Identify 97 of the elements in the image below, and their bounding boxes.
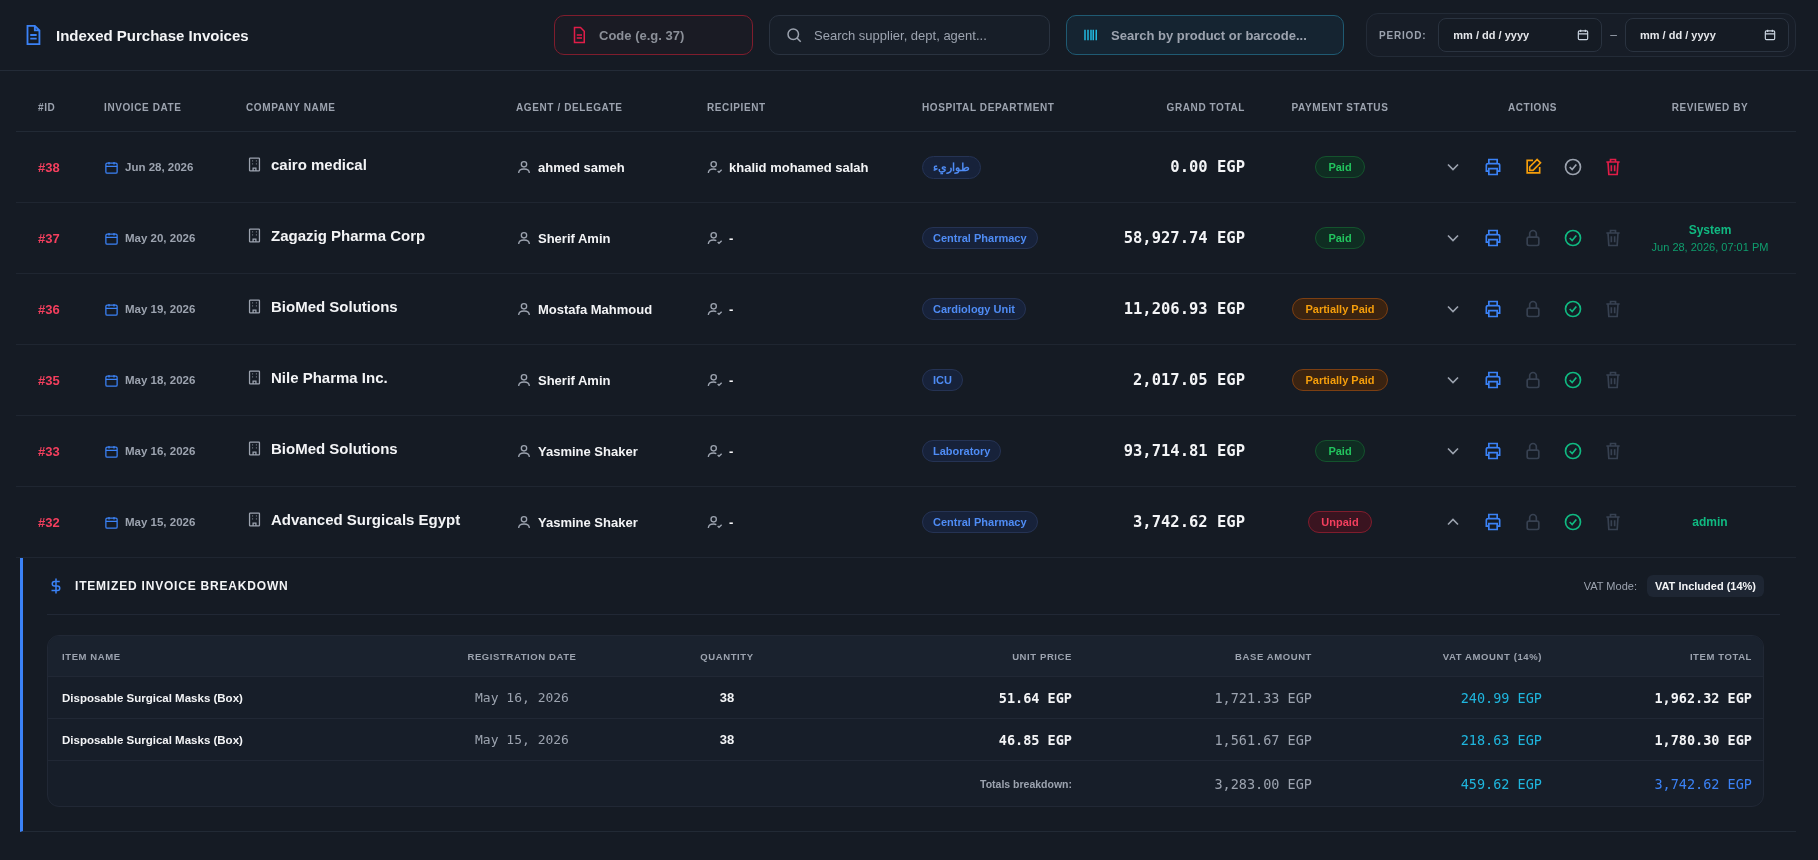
grand-total: 0.00 EGP: [1169, 158, 1245, 176]
company-name: BioMed Solutions: [271, 298, 398, 315]
reviewer-name: System: [1688, 223, 1732, 237]
recipient-name: -: [729, 301, 734, 317]
status-badge: Unpaid: [1308, 511, 1372, 533]
item-total: 1,962.32 EGP: [1653, 689, 1752, 706]
item-total: 1,780.30 EGP: [1653, 731, 1752, 748]
code-field[interactable]: Code (e.g. 37): [554, 15, 754, 55]
recipient-name: khalid mohamed salah: [729, 159, 869, 175]
status-badge: Paid: [1315, 156, 1365, 178]
invoice-id: #32: [38, 514, 61, 530]
vat-amount: 218.63 EGP: [1459, 731, 1542, 748]
column-header: BASE AMOUNT: [1234, 650, 1312, 662]
base-total: 3,283.00 EGP: [1213, 775, 1312, 792]
grand-total: 2,017.05 EGP: [1132, 371, 1245, 389]
period-label: PERIOD:: [1379, 29, 1427, 41]
column-header: RECIPIENT: [707, 101, 767, 113]
agent-name: Yasmine Shaker: [538, 514, 638, 530]
status-badge: Partially Paid: [1292, 369, 1388, 391]
agent-name: ahmed sameh: [538, 159, 625, 175]
recipient-name: -: [729, 372, 734, 388]
department-tag: Central Pharmacy: [922, 227, 1038, 249]
agent-name: Sherif Amin: [538, 230, 611, 246]
agent-name: Yasmine Shaker: [538, 443, 638, 459]
column-header: ACTIONS: [1506, 101, 1559, 113]
invoice-date: May 15, 2026: [125, 516, 196, 528]
column-header: AGENT / DELEGATE: [516, 101, 624, 113]
column-header: COMPANY NAME: [246, 101, 337, 113]
quantity: 38: [718, 690, 736, 705]
vat-mode-label: VAT Mode:: [1583, 580, 1637, 592]
grand-total: 3,742.62 EGP: [1653, 775, 1752, 792]
column-header: INVOICE DATE: [104, 101, 183, 113]
grand-total: 58,927.74 EGP: [1122, 229, 1245, 247]
department-tag: طواريء: [922, 155, 981, 179]
recipient-name: -: [729, 443, 734, 459]
column-header: REVIEWED BY: [1670, 101, 1750, 113]
item-name: Disposable Surgical Masks (Box): [62, 733, 244, 746]
invoice-date: May 16, 2026: [125, 445, 196, 457]
item-name: Disposable Surgical Masks (Box): [62, 691, 244, 704]
column-header: HOSPITAL DEPARTMENT: [922, 101, 1056, 113]
date-from-field[interactable]: mm / dd / yyyy: [1438, 18, 1603, 52]
department-tag: Central Pharmacy: [922, 511, 1038, 533]
grand-total: 93,714.81 EGP: [1122, 442, 1245, 460]
vat-total: 459.62 EGP: [1459, 775, 1542, 792]
column-header: QUANTITY: [699, 650, 755, 662]
registration-date: May 16, 2026: [474, 690, 570, 705]
invoice-id: #35: [38, 372, 61, 388]
vat-amount: 240.99 EGP: [1459, 689, 1542, 706]
search-field[interactable]: Search supplier, dept, agent...: [769, 15, 1051, 55]
recipient-name: -: [729, 230, 734, 246]
department-tag: ICU: [922, 369, 963, 391]
grand-total: 11,206.93 EGP: [1122, 300, 1245, 318]
unit-price: 51.64 EGP: [997, 689, 1072, 706]
company-name: BioMed Solutions: [271, 440, 398, 457]
column-header: REGISTRATION DATE: [466, 650, 578, 662]
invoice-id: #36: [38, 301, 61, 317]
invoice-id: #37: [38, 230, 61, 246]
reviewer-name: admin: [1692, 515, 1728, 529]
invoice-date: May 19, 2026: [125, 303, 196, 315]
breakdown-title: ITEMIZED INVOICE BREAKDOWN: [75, 579, 289, 593]
column-header: VAT AMOUNT (14%): [1441, 650, 1542, 662]
quantity: 38: [718, 732, 736, 747]
agent-name: Sherif Amin: [538, 372, 611, 388]
review-time: Jun 28, 2026, 07:01 PM: [1651, 241, 1769, 253]
base-amount: 1,561.67 EGP: [1213, 731, 1312, 748]
company-name: Zagazig Pharma Corp: [271, 227, 426, 244]
column-header: PAYMENT STATUS: [1290, 101, 1390, 113]
registration-date: May 15, 2026: [474, 732, 570, 747]
column-header: ITEM TOTAL: [1688, 650, 1752, 662]
base-amount: 1,721.33 EGP: [1213, 689, 1312, 706]
page-title: Indexed Purchase Invoices: [56, 26, 249, 44]
column-header: GRAND TOTAL: [1165, 101, 1245, 113]
invoice-date: May 20, 2026: [125, 232, 196, 244]
department-tag: Cardiology Unit: [922, 298, 1026, 320]
company-name: cairo medical: [271, 156, 367, 173]
status-badge: Partially Paid: [1292, 298, 1388, 320]
invoice-id: #38: [38, 159, 61, 175]
status-badge: Paid: [1315, 227, 1365, 249]
company-name: Nile Pharma Inc.: [271, 369, 388, 386]
status-badge: Paid: [1315, 440, 1365, 462]
agent-name: Mostafa Mahmoud: [538, 301, 653, 317]
invoice-date: Jun 28, 2026: [125, 161, 194, 173]
company-name: Advanced Surgicals Egypt: [271, 511, 461, 528]
invoice-id: #33: [38, 443, 61, 459]
range-separator: –: [1610, 28, 1617, 42]
unit-price: 46.85 EGP: [997, 731, 1072, 748]
column-header: #ID: [38, 101, 57, 113]
invoice-date: May 18, 2026: [125, 374, 196, 386]
grand-total: 3,742.62 EGP: [1132, 513, 1245, 531]
barcode-search-field[interactable]: Search by product or barcode...: [1066, 15, 1345, 55]
column-header: UNIT PRICE: [1011, 650, 1072, 662]
column-header: ITEM NAME: [62, 650, 122, 662]
date-to-field[interactable]: mm / dd / yyyy: [1625, 18, 1789, 52]
vat-mode-tag: VAT Included (14%): [1646, 575, 1764, 597]
totals-label: Totals breakdown:: [979, 777, 1072, 790]
recipient-name: -: [729, 514, 734, 530]
department-tag: Laboratory: [922, 440, 1002, 462]
